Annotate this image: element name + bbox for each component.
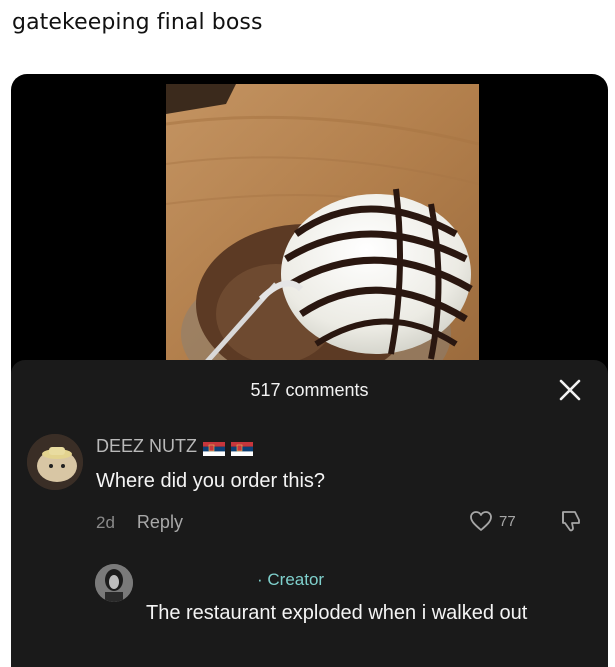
comment-username[interactable]: DEEZ NUTZ (96, 436, 197, 457)
comment-text: Where did you order this? (96, 470, 326, 492)
video-card[interactable]: 517 comments DEEZ NUTZ Where did you ord… (11, 74, 608, 667)
comments-count: 517 comments (250, 380, 369, 400)
heart-icon (470, 511, 492, 531)
comment-username-row[interactable]: DEEZ NUTZ (96, 436, 253, 457)
comment-meta: 2d Reply (96, 512, 183, 533)
video-frame-dessert[interactable] (166, 84, 479, 374)
commenter-avatar[interactable] (27, 434, 83, 490)
serbia-flag-icon (203, 440, 225, 456)
dessert-image (166, 84, 479, 374)
reply-text: The restaurant exploded when i walked ou… (146, 602, 528, 624)
creator-avatar[interactable] (95, 564, 133, 602)
serbia-flag-icon (231, 440, 253, 456)
close-icon[interactable] (556, 376, 584, 404)
post-caption: gatekeeping final boss (12, 10, 263, 35)
like-button[interactable]: 77 (469, 510, 516, 532)
reply-button[interactable]: Reply (137, 512, 183, 533)
thumbs-down-icon[interactable] (557, 508, 583, 534)
creator-badge: · Creator (257, 570, 325, 589)
comments-sheet: 517 comments DEEZ NUTZ Where did you ord… (11, 360, 608, 667)
like-count: 77 (499, 512, 516, 530)
comment-time: 2d (96, 512, 115, 532)
